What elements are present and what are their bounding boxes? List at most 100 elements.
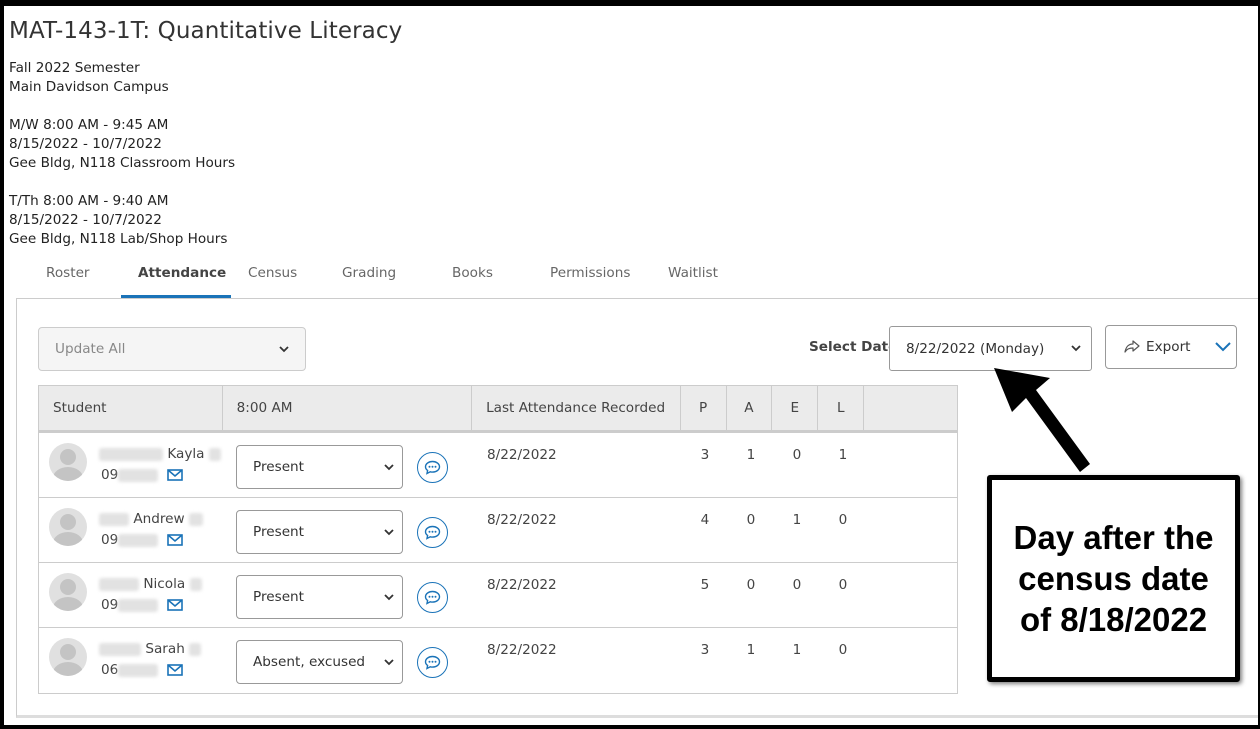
schedule-location: Gee Bldg, N118 Classroom Hours (9, 155, 236, 171)
excused-count: 0 (792, 447, 802, 463)
attendance-status-select[interactable]: Present (236, 510, 403, 554)
schedule-days-time: T/Th 8:00 AM - 9:40 AM (9, 193, 169, 209)
avatar (49, 443, 87, 481)
attendance-status-select[interactable]: Present (236, 575, 403, 619)
excused-count: 1 (792, 512, 802, 528)
export-button[interactable]: Export (1105, 325, 1237, 369)
student-id: 09 (101, 467, 183, 483)
date-select[interactable]: 8/22/2022 (Monday) (889, 326, 1092, 371)
selected-date-value: 8/22/2022 (Monday) (906, 340, 1045, 357)
avatar (49, 638, 87, 676)
header-spacer (864, 386, 957, 430)
comment-button[interactable] (417, 452, 448, 483)
redacted-last-name (99, 642, 141, 656)
semester-text: Fall 2022 Semester (9, 60, 140, 76)
redacted-last-name (99, 512, 129, 526)
schedule-block-1: M/W 8:00 AM - 9:45 AM 8/15/2022 - 10/7/2… (9, 116, 235, 173)
section-tabs: Roster Attendance Census Grading Books P… (29, 256, 751, 298)
student-cell: Kayla 09 (39, 433, 223, 497)
attendance-status-select[interactable]: Absent, excused (236, 640, 403, 684)
attendance-cell: Present (223, 433, 473, 497)
first-name: Andrew (133, 511, 185, 527)
excused-count: 0 (792, 577, 802, 593)
student-name: Andrew (99, 511, 203, 527)
redacted-initial (189, 642, 202, 656)
absent-count: 0 (746, 512, 756, 528)
comment-button[interactable] (417, 647, 448, 678)
attendance-cell: Absent, excused (223, 628, 473, 693)
callout-line: census date (1018, 560, 1209, 597)
header-time: 8:00 AM (223, 386, 473, 430)
student-cell: Nicola 09 (39, 563, 223, 627)
table-header: Student 8:00 AM Last Attendance Recorded… (39, 386, 957, 433)
tab-books[interactable]: Books (435, 256, 533, 298)
attendance-cell: Present (223, 563, 473, 627)
student-name: Sarah (99, 641, 202, 657)
header-absent: A (727, 386, 773, 430)
mail-icon[interactable] (166, 534, 183, 546)
update-all-label: Update All (55, 341, 126, 357)
student-name: Kayla (99, 446, 221, 462)
export-label: Export (1146, 339, 1191, 355)
comment-icon (424, 590, 441, 605)
course-title: MAT-143-1T: Quantitative Literacy (9, 18, 403, 44)
attendance-status-select[interactable]: Present (236, 445, 403, 489)
header-student[interactable]: Student (39, 386, 223, 430)
absent-count: 0 (746, 577, 756, 593)
excused-count: 1 (792, 642, 802, 658)
page-frame: MAT-143-1T: Quantitative Literacy Fall 2… (4, 6, 1258, 725)
header-last-attendance[interactable]: Last Attendance Recorded (472, 386, 681, 430)
student-id: 06 (101, 662, 183, 678)
course-term-info: Fall 2022 Semester Main Davidson Campus (9, 59, 169, 97)
header-present: P (681, 386, 727, 430)
header-late: L (818, 386, 865, 430)
student-id-prefix: 09 (101, 597, 119, 613)
chevron-down-icon (384, 528, 394, 535)
student-id: 09 (101, 597, 183, 613)
avatar (49, 573, 87, 611)
tab-permissions[interactable]: Permissions (533, 256, 651, 298)
comment-button[interactable] (417, 517, 448, 548)
comment-icon (424, 655, 441, 670)
redacted-id (118, 663, 159, 677)
student-id-prefix: 09 (101, 467, 119, 483)
chevron-down-icon (1214, 342, 1231, 352)
tab-waitlist[interactable]: Waitlist (651, 256, 751, 298)
tab-census[interactable]: Census (231, 256, 325, 298)
mail-icon[interactable] (166, 664, 183, 676)
mail-icon[interactable] (166, 599, 183, 611)
tab-attendance[interactable]: Attendance (121, 256, 231, 298)
first-name: Nicola (143, 576, 186, 592)
tab-roster[interactable]: Roster (29, 256, 121, 298)
comment-button[interactable] (417, 582, 448, 613)
last-attendance-date: 8/22/2022 (487, 447, 557, 463)
student-id: 09 (101, 532, 183, 548)
student-cell: Sarah 06 (39, 628, 223, 693)
table-row: Andrew 09 Present 8/22/2022 4 0 1 0 (39, 498, 957, 563)
comment-icon (424, 525, 441, 540)
update-all-select[interactable]: Update All (38, 327, 306, 371)
share-icon (1124, 340, 1140, 354)
redacted-initial (188, 512, 203, 526)
attendance-cell: Present (223, 498, 473, 562)
header-excused: E (772, 386, 819, 430)
last-attendance-date: 8/22/2022 (487, 512, 557, 528)
schedule-days-time: M/W 8:00 AM - 9:45 AM (9, 117, 169, 133)
first-name: Sarah (145, 641, 185, 657)
chevron-down-icon (384, 463, 394, 470)
chevron-down-icon (384, 593, 394, 600)
absent-count: 1 (746, 642, 756, 658)
comment-icon (424, 460, 441, 475)
redacted-id (118, 598, 159, 612)
last-attendance-date: 8/22/2022 (487, 642, 557, 658)
mail-icon[interactable] (166, 469, 183, 481)
redacted-initial (189, 577, 202, 591)
student-id-prefix: 09 (101, 532, 119, 548)
chevron-down-icon (279, 343, 289, 356)
first-name: Kayla (167, 446, 205, 462)
chevron-down-icon (1071, 342, 1081, 355)
tab-grading[interactable]: Grading (325, 256, 435, 298)
student-cell: Andrew 09 (39, 498, 223, 562)
campus-text: Main Davidson Campus (9, 79, 169, 95)
late-count: 0 (838, 577, 848, 593)
